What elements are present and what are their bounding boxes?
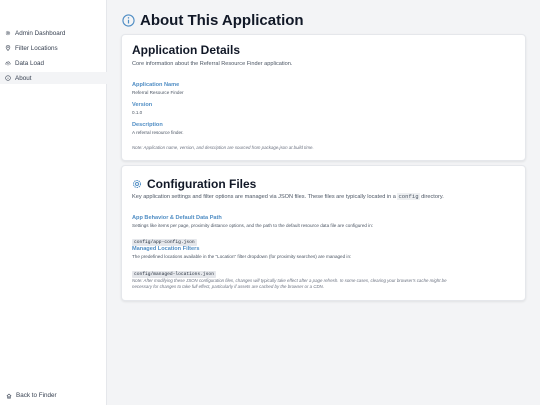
- gear-icon: [5, 30, 11, 36]
- sidebar-item-label: Admin Dashboard: [15, 29, 66, 37]
- version-value: 0.1.0: [132, 110, 143, 115]
- configuration-files-subtitle: Key application settings and filter opti…: [132, 193, 522, 200]
- app-behavior-description: Settings like items per page, proximity …: [132, 223, 374, 228]
- page-title: About This Application: [122, 12, 304, 29]
- managed-locations-path: config/managed-locations.json: [132, 271, 216, 278]
- configuration-files-heading-text: Configuration Files: [147, 177, 257, 191]
- subtitle-text: Key application settings and filter opti…: [132, 194, 396, 200]
- back-to-finder-label: Back to Finder: [16, 392, 57, 399]
- home-icon: [6, 393, 12, 399]
- sidebar-item-data-load[interactable]: Data Load: [0, 57, 107, 69]
- managed-locations-description: The predefined locations available in th…: [132, 254, 352, 259]
- config-note-line-1: Note: After modifying these JSON configu…: [132, 278, 447, 283]
- app-behavior-label: App Behavior & Default Data Path: [132, 215, 222, 221]
- main-content: About This Application Application Detai…: [108, 0, 540, 405]
- cloud-upload-icon: [5, 60, 11, 66]
- location-pin-icon: [5, 45, 11, 51]
- sidebar-item-label: Data Load: [15, 59, 45, 67]
- app-config-path: config/app-config.json: [132, 239, 197, 246]
- sidebar-item-about[interactable]: About: [0, 72, 107, 84]
- info-circle-icon: [122, 14, 135, 27]
- application-details-card: Application Details Core information abo…: [121, 34, 526, 161]
- sidebar-item-label: Filter Locations: [15, 44, 58, 52]
- sidebar-item-filter-locations[interactable]: Filter Locations: [0, 42, 107, 54]
- page-title-text: About This Application: [140, 12, 304, 29]
- gear-icon: [132, 179, 142, 189]
- managed-locations-label: Managed Location Filters: [132, 246, 200, 252]
- application-details-subtitle: Core information about the Referral Reso…: [132, 61, 293, 67]
- application-details-heading: Application Details: [132, 43, 241, 57]
- details-note: Note: Application name, version, and des…: [132, 145, 314, 150]
- config-note-line-2: necessary for changes to take full effec…: [132, 284, 325, 289]
- config-dir-code: config: [397, 193, 420, 200]
- sidebar-nav: Admin Dashboard Filter Locations Data Lo…: [0, 27, 107, 87]
- subtitle-text-end: directory.: [421, 194, 444, 200]
- back-to-finder-link[interactable]: Back to Finder: [6, 392, 57, 399]
- description-value: A referral resource finder.: [132, 130, 184, 135]
- sidebar-item-label: About: [15, 74, 32, 82]
- sidebar-item-admin-dashboard[interactable]: Admin Dashboard: [0, 27, 107, 39]
- configuration-files-heading: Configuration Files: [132, 177, 256, 191]
- application-name-label: Application Name: [132, 82, 180, 88]
- description-label: Description: [132, 122, 163, 128]
- info-icon: [5, 75, 11, 81]
- version-label: Version: [132, 102, 153, 108]
- sidebar: Admin Dashboard Filter Locations Data Lo…: [0, 0, 107, 405]
- configuration-files-card: Configuration Files Key application sett…: [121, 165, 526, 301]
- application-name-value: Referral Resource Finder: [132, 90, 184, 95]
